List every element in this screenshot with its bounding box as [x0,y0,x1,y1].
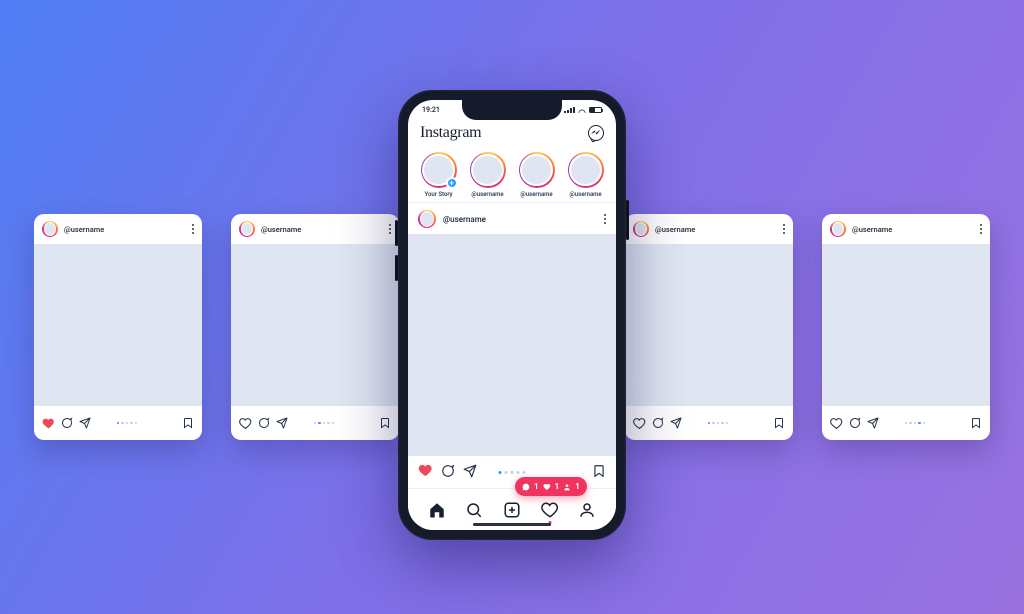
more-icon[interactable] [783,224,785,234]
heart-icon[interactable] [42,417,55,430]
share-icon[interactable] [276,417,288,429]
story-label: @username [565,191,606,198]
story-label: @username [467,191,508,198]
stories-row[interactable]: + Your Story @username @username @userna… [408,148,616,203]
post-username: @username [655,225,695,234]
more-icon[interactable] [389,224,391,234]
follow-count: 1 [575,482,580,491]
nav-activity-icon[interactable] [539,499,561,521]
battery-icon [589,107,602,114]
post-username[interactable]: @username [443,215,486,224]
heart-icon[interactable] [633,417,646,430]
nav-profile-icon[interactable] [576,499,598,521]
share-icon[interactable] [670,417,682,429]
activity-bubble[interactable]: 1 1 1 [515,477,587,496]
post-image-placeholder [231,244,399,406]
story-label: @username [516,191,557,198]
comment-icon[interactable] [258,417,270,429]
story-avatar: + [421,152,457,188]
post-username: @username [852,225,892,234]
volume-button [395,255,398,281]
post-image-placeholder [625,244,793,406]
post-image-placeholder[interactable] [408,234,616,456]
heart-icon[interactable] [418,463,433,482]
heart-icon[interactable] [830,417,843,430]
post-username: @username [261,225,301,234]
story-your-story[interactable]: + Your Story [418,152,459,198]
status-time: 19:21 [422,106,440,114]
heart-icon[interactable] [239,417,252,430]
phone-frame: 19:21 Instagram + Your Story [398,90,626,540]
nav-create-icon[interactable] [501,499,523,521]
comment-icon[interactable] [652,417,664,429]
add-story-icon[interactable]: + [446,177,458,189]
wifi-icon [578,107,586,113]
post-card: @username [231,214,399,440]
avatar-ring[interactable] [418,210,436,228]
comment-icon[interactable] [441,463,455,482]
story-label: Your Story [418,191,459,198]
brand-logo[interactable]: Instagram [420,124,481,142]
comment-count: 1 [534,482,539,491]
post-card: @username [822,214,990,440]
share-icon[interactable] [463,463,477,482]
post-image-placeholder [34,244,202,406]
app-header: Instagram [408,120,616,146]
carousel-pager [117,422,138,425]
bookmark-icon[interactable] [182,417,194,429]
like-count-icon [543,483,551,491]
bookmark-icon[interactable] [970,417,982,429]
story-item[interactable]: @username [467,152,508,198]
share-icon[interactable] [867,417,879,429]
notch [462,100,562,120]
share-icon[interactable] [79,417,91,429]
carousel-pager [905,422,926,425]
messenger-icon[interactable] [588,125,604,141]
home-indicator[interactable] [473,523,551,526]
carousel-pager [499,471,526,474]
like-count: 1 [555,482,560,491]
nav-home-icon[interactable] [426,499,448,521]
story-avatar [470,152,506,188]
story-item[interactable]: @username [516,152,557,198]
avatar-ring [239,221,255,237]
more-icon[interactable] [980,224,982,234]
avatar-ring [633,221,649,237]
post-card: @username [625,214,793,440]
status-indicators [564,107,602,114]
comment-count-icon [522,483,530,491]
feed-post: @username [408,204,616,488]
nav-search-icon[interactable] [463,499,485,521]
carousel-pager [708,422,729,425]
comment-icon[interactable] [61,417,73,429]
avatar-ring [830,221,846,237]
more-icon[interactable] [192,224,194,234]
carousel-pager [314,422,335,425]
comment-icon[interactable] [849,417,861,429]
story-avatar [519,152,555,188]
bookmark-icon[interactable] [379,417,391,429]
story-avatar [568,152,604,188]
post-image-placeholder [822,244,990,406]
story-item[interactable]: @username [565,152,606,198]
bookmark-icon[interactable] [592,463,606,482]
avatar-ring [42,221,58,237]
bookmark-icon[interactable] [773,417,785,429]
post-username: @username [64,225,104,234]
more-icon[interactable] [604,214,606,225]
phone-screen: 19:21 Instagram + Your Story [408,100,616,530]
signal-icon [564,107,575,114]
follow-count-icon [563,483,571,491]
post-card: @username [34,214,202,440]
